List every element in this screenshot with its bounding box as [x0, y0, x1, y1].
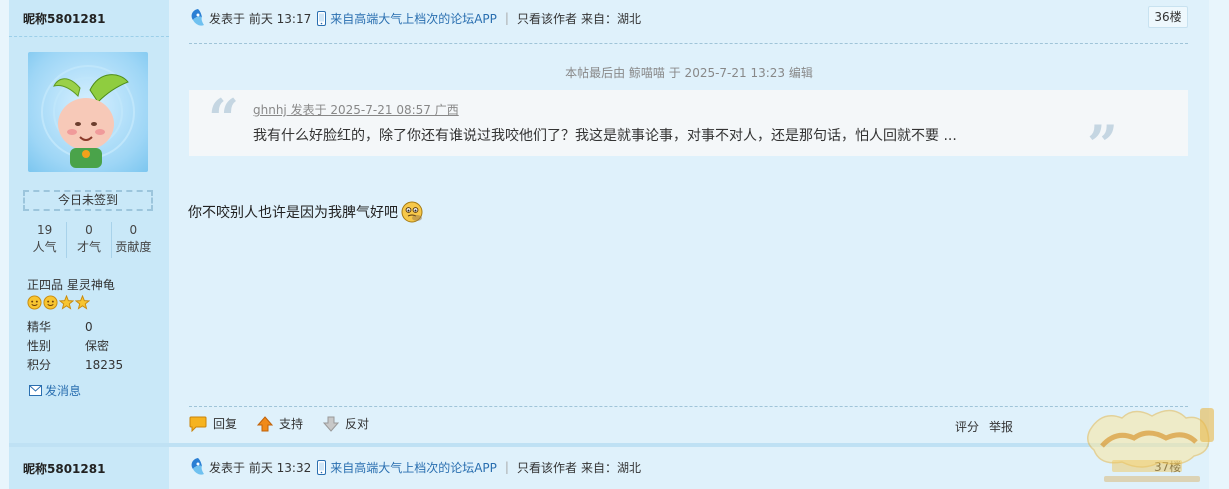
site-watermark-logo	[1082, 400, 1222, 485]
stat-value: 0	[129, 223, 138, 237]
post-text: 你不咬别人也许是因为我脾气好吧	[188, 205, 398, 221]
envelope-icon	[29, 385, 42, 396]
author-sidebar: 昵称5801281 今日未签到 19 人气 0 才气 0 贡献度 正四品 星灵神…	[9, 0, 169, 443]
author-nickname[interactable]: 昵称5801281	[23, 10, 105, 27]
stat-contribution[interactable]: 0 贡献度	[112, 222, 155, 258]
report-link[interactable]: 举报	[989, 418, 1013, 435]
stat-value: 0	[85, 223, 93, 237]
arrow-up-icon	[257, 415, 274, 431]
info-value: 保密	[85, 339, 110, 353]
app-logo-icon	[191, 458, 204, 475]
post-time: 发表于 前天 13:32	[209, 460, 312, 475]
author-sidebar: 昵称5801281	[9, 447, 169, 489]
send-message-label: 发消息	[45, 384, 82, 398]
user-rank: 正四品 星灵神龟	[27, 278, 115, 292]
phone-icon	[317, 459, 327, 475]
send-message-link[interactable]: 发消息	[29, 382, 81, 399]
info-row: 性别 保密	[27, 337, 123, 356]
user-info: 精华 0 性别 保密 积分 18235	[27, 318, 123, 375]
divider	[189, 43, 1188, 44]
rate-link[interactable]: 评分	[955, 418, 979, 435]
app-source-link[interactable]: 来自高端大气上档次的论坛APP	[330, 459, 497, 476]
support-button[interactable]: 支持	[257, 415, 303, 432]
post-content: 你不咬别人也许是因为我脾气好吧	[188, 200, 424, 224]
divider	[9, 36, 169, 37]
speech-bubble-icon	[189, 416, 207, 432]
post-body: 发表于 前天 13:17 来自高端大气上档次的论坛APP | 只看该作者 来自：…	[169, 0, 1209, 443]
edited-note: 本帖最后由 鲸喵喵 于 2025-7-21 13:23 编辑	[565, 66, 813, 80]
oppose-label: 反对	[345, 417, 370, 431]
stat-label: 人气	[32, 240, 57, 254]
info-row: 精华 0	[27, 318, 123, 337]
stat-popularity[interactable]: 19 人气	[23, 222, 68, 258]
post-header: 发表于 前天 13:17 来自高端大气上档次的论坛APP | 只看该作者 来自：…	[189, 8, 641, 28]
info-value: 0	[85, 320, 93, 334]
info-value: 18235	[85, 358, 124, 372]
info-key: 性别	[27, 339, 52, 353]
app-logo-icon	[191, 9, 204, 26]
post-actions-right: 评分 举报	[955, 418, 1013, 435]
reply-label: 回复	[213, 417, 238, 431]
only-author-link[interactable]: 只看该作者	[517, 10, 577, 27]
info-row: 积分 18235	[27, 356, 123, 375]
sun-icon	[27, 295, 42, 310]
quote-block: “ ghnhj 发表于 2025-7-21 08:57 广西 我有什么好脸红的，…	[189, 87, 1188, 172]
separator: |	[504, 460, 509, 474]
stat-label: 才气	[76, 240, 101, 254]
only-author-link[interactable]: 只看该作者	[517, 459, 577, 476]
post-location: 来自：湖北	[580, 460, 641, 475]
stat-value: 19	[37, 223, 53, 237]
info-key: 精华	[27, 320, 52, 334]
author-nickname[interactable]: 昵称5801281	[23, 460, 105, 477]
user-stats: 19 人气 0 才气 0 贡献度	[23, 222, 155, 258]
post-header: 发表于 前天 13:32 来自高端大气上档次的论坛APP | 只看该作者 来自：…	[189, 457, 641, 477]
app-source-link[interactable]: 来自高端大气上档次的论坛APP	[330, 10, 497, 27]
stat-label: 贡献度	[115, 240, 152, 254]
emoji-icon	[401, 201, 423, 223]
divider	[189, 406, 1188, 407]
post-location: 来自：湖北	[580, 11, 641, 26]
close-quote-icon: ”	[1087, 113, 1119, 177]
oppose-button[interactable]: 反对	[323, 415, 369, 432]
quote-text: 我有什么好脸红的，除了你还有谁说过我咬他们了？我这是就事论事，对事不对人，还是那…	[253, 128, 957, 144]
floor-number[interactable]: 36楼	[1148, 6, 1188, 28]
star-icon	[75, 295, 90, 310]
post-body: 发表于 前天 13:32 来自高端大气上档次的论坛APP | 只看该作者 来自：…	[169, 447, 1209, 489]
quote-meta[interactable]: ghnhj 发表于 2025-7-21 08:57 广西	[253, 101, 459, 118]
arrow-down-icon	[323, 416, 340, 432]
phone-icon	[317, 10, 327, 26]
star-icon	[59, 295, 74, 310]
post-time: 发表于 前天 13:17	[209, 11, 312, 26]
signin-status[interactable]: 今日未签到	[23, 190, 153, 211]
left-margin	[0, 0, 9, 489]
rank-stars	[27, 295, 90, 310]
open-quote-icon: “	[208, 87, 240, 151]
separator: |	[504, 11, 509, 25]
support-label: 支持	[279, 417, 304, 431]
post-actions: 回复 支持 反对	[189, 415, 383, 432]
reply-button[interactable]: 回复	[189, 415, 237, 432]
sun-icon	[43, 295, 58, 310]
stat-talent[interactable]: 0 才气	[67, 222, 112, 258]
avatar[interactable]	[28, 52, 148, 172]
info-key: 积分	[27, 358, 52, 372]
